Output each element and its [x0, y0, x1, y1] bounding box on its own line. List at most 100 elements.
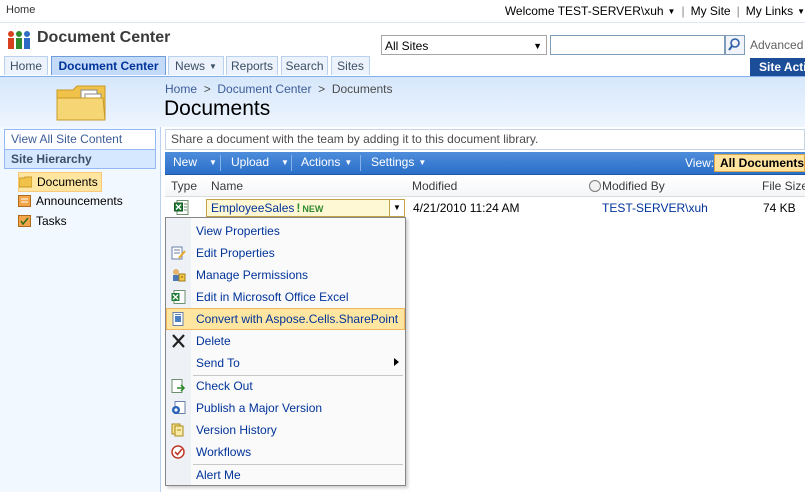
nav-item-label: Documents: [37, 175, 98, 189]
divider: |: [681, 4, 685, 18]
settings-label: Settings: [371, 155, 415, 169]
column-file-size[interactable]: File Size: [762, 179, 805, 193]
select-radio[interactable]: [589, 180, 601, 192]
toolbar-divider: [220, 155, 221, 171]
upload-label: Upload: [231, 155, 270, 169]
view-all-site-content-link[interactable]: View All Site Content: [4, 129, 156, 150]
permissions-icon: [173, 269, 186, 282]
top-home-link[interactable]: Home: [6, 4, 35, 16]
upload-menu[interactable]: Upload ▼: [231, 155, 289, 169]
menu-item-workflows[interactable]: Workflows: [166, 441, 405, 463]
tab-news-label: News: [175, 59, 206, 73]
menu-item-publish-major[interactable]: Publish a Major Version: [166, 397, 405, 419]
table-row: EmployeeSales! NEW ▼ 4/21/2010 11:24 AM T…: [165, 197, 805, 219]
search-scope-value: All Sites: [385, 39, 429, 53]
search-scope-select[interactable]: All Sites ▼: [381, 35, 547, 55]
column-name[interactable]: Name: [211, 179, 243, 193]
chevron-down-icon: ▼: [209, 158, 217, 167]
breadcrumb-separator: >: [200, 82, 215, 96]
menu-item-delete[interactable]: Delete: [166, 330, 405, 352]
menu-item-label: Send To: [196, 356, 240, 370]
site-title[interactable]: Document Center: [37, 29, 170, 47]
menu-item-label: Workflows: [196, 445, 252, 459]
nav-item-label: Announcements: [36, 194, 123, 208]
search-icon: [728, 38, 740, 51]
chevron-down-icon: ▼: [209, 62, 217, 71]
modified-by-link[interactable]: TEST-SERVER\xuh: [602, 201, 708, 215]
menu-item-convert-aspose[interactable]: Convert with Aspose.Cells.SharePoint: [166, 308, 405, 330]
nav-item-documents[interactable]: Documents: [18, 172, 102, 192]
document-name-link[interactable]: EmployeeSales: [211, 201, 294, 215]
list-toolbar: New ▼ Upload ▼ Actions ▼ Settings ▼ View: Al…: [165, 152, 805, 175]
tab-document-center[interactable]: Document Center: [51, 56, 166, 75]
submenu-arrow-icon: [394, 358, 399, 366]
menu-item-label: Publish a Major Version: [196, 401, 323, 415]
tab-news[interactable]: News ▼: [168, 56, 224, 75]
workflows-icon: [171, 445, 185, 459]
my-links-label: My Links: [745, 4, 794, 18]
column-type[interactable]: Type: [171, 179, 197, 193]
document-library-icon: [56, 85, 106, 121]
chevron-down-icon: ▼: [797, 7, 805, 16]
tab-home[interactable]: Home: [4, 56, 48, 75]
menu-item-manage-permissions[interactable]: Manage Permissions: [166, 264, 405, 286]
chevron-down-icon: ▼: [344, 158, 353, 167]
menu-item-label: Convert with Aspose.Cells.SharePoint: [196, 312, 399, 326]
toolbar-divider: [291, 155, 292, 171]
breadcrumb-document-center[interactable]: Document Center: [217, 82, 311, 96]
tab-sites[interactable]: Sites: [331, 56, 370, 75]
version-history-icon: [171, 423, 184, 437]
new-menu[interactable]: New ▼: [173, 155, 217, 169]
publish-icon: [172, 401, 186, 414]
new-tag: NEW: [302, 204, 324, 214]
site-hierarchy-heading[interactable]: Site Hierarchy: [4, 150, 156, 169]
menu-item-view-properties[interactable]: View Properties: [166, 220, 405, 242]
view-selector[interactable]: All Documents: [714, 154, 805, 172]
new-indicator-icon: !: [296, 201, 301, 215]
nav-item-label: Tasks: [36, 214, 67, 228]
search-input[interactable]: [550, 35, 725, 55]
column-modified[interactable]: Modified: [412, 179, 457, 193]
column-modified-by[interactable]: Modified By: [602, 179, 665, 193]
breadcrumb-home[interactable]: Home: [165, 82, 197, 96]
menu-item-edit-in-excel[interactable]: Edit in Microsoft Office Excel: [166, 286, 405, 308]
settings-menu[interactable]: Settings ▼: [371, 155, 426, 169]
column-header-row: Type Name Modified Modified By File Size: [165, 177, 805, 197]
announcements-icon: [18, 195, 31, 207]
tasks-icon: [18, 215, 31, 227]
advanced-search-link[interactable]: Advanced S: [750, 38, 805, 52]
menu-item-label: Check Out: [196, 379, 253, 393]
title-area: Home > Document Center > Documents Docum…: [0, 77, 805, 127]
chevron-down-icon: ▼: [667, 7, 676, 16]
tab-reports[interactable]: Reports: [226, 56, 278, 75]
library-description: Share a document with the team by adding…: [165, 129, 805, 150]
tab-search[interactable]: Search: [281, 56, 328, 75]
site-actions-menu[interactable]: Site Acti: [750, 58, 805, 76]
chevron-down-icon: ▼: [418, 158, 427, 167]
my-links-menu[interactable]: My Links ▼: [746, 4, 805, 18]
document-name-box[interactable]: EmployeeSales! NEW ▼: [206, 199, 405, 217]
actions-menu[interactable]: Actions ▼: [301, 155, 352, 169]
menu-item-check-out[interactable]: Check Out: [166, 375, 405, 397]
menu-item-label: Manage Permissions: [196, 268, 309, 282]
search-button[interactable]: [725, 35, 745, 55]
breadcrumb-separator: >: [314, 82, 329, 96]
welcome-menu[interactable]: Welcome TEST-SERVER\xuh ▼: [505, 4, 676, 18]
toolbar-divider: [360, 155, 361, 171]
menu-item-send-to[interactable]: Send To: [166, 352, 405, 374]
nav-item-tasks[interactable]: Tasks: [18, 212, 67, 230]
my-site-link[interactable]: My Site: [691, 4, 731, 18]
new-label: New: [173, 155, 198, 169]
menu-item-edit-properties[interactable]: Edit Properties: [166, 242, 405, 264]
edit-menu-dropdown-icon[interactable]: ▼: [389, 200, 404, 216]
edit-properties-icon: [171, 246, 186, 260]
breadcrumb: Home > Document Center > Documents: [165, 82, 393, 96]
view-label: View:: [685, 156, 715, 170]
nav-item-announcements[interactable]: Announcements: [18, 192, 123, 210]
menu-item-version-history[interactable]: Version History: [166, 419, 405, 441]
excel-file-icon[interactable]: [174, 200, 189, 215]
menu-item-alert-me[interactable]: Alert Me: [166, 464, 405, 486]
page-title: Documents: [164, 97, 271, 120]
excel-icon: [171, 290, 186, 304]
welcome-text: Welcome TEST-SERVER\xuh: [504, 4, 664, 18]
